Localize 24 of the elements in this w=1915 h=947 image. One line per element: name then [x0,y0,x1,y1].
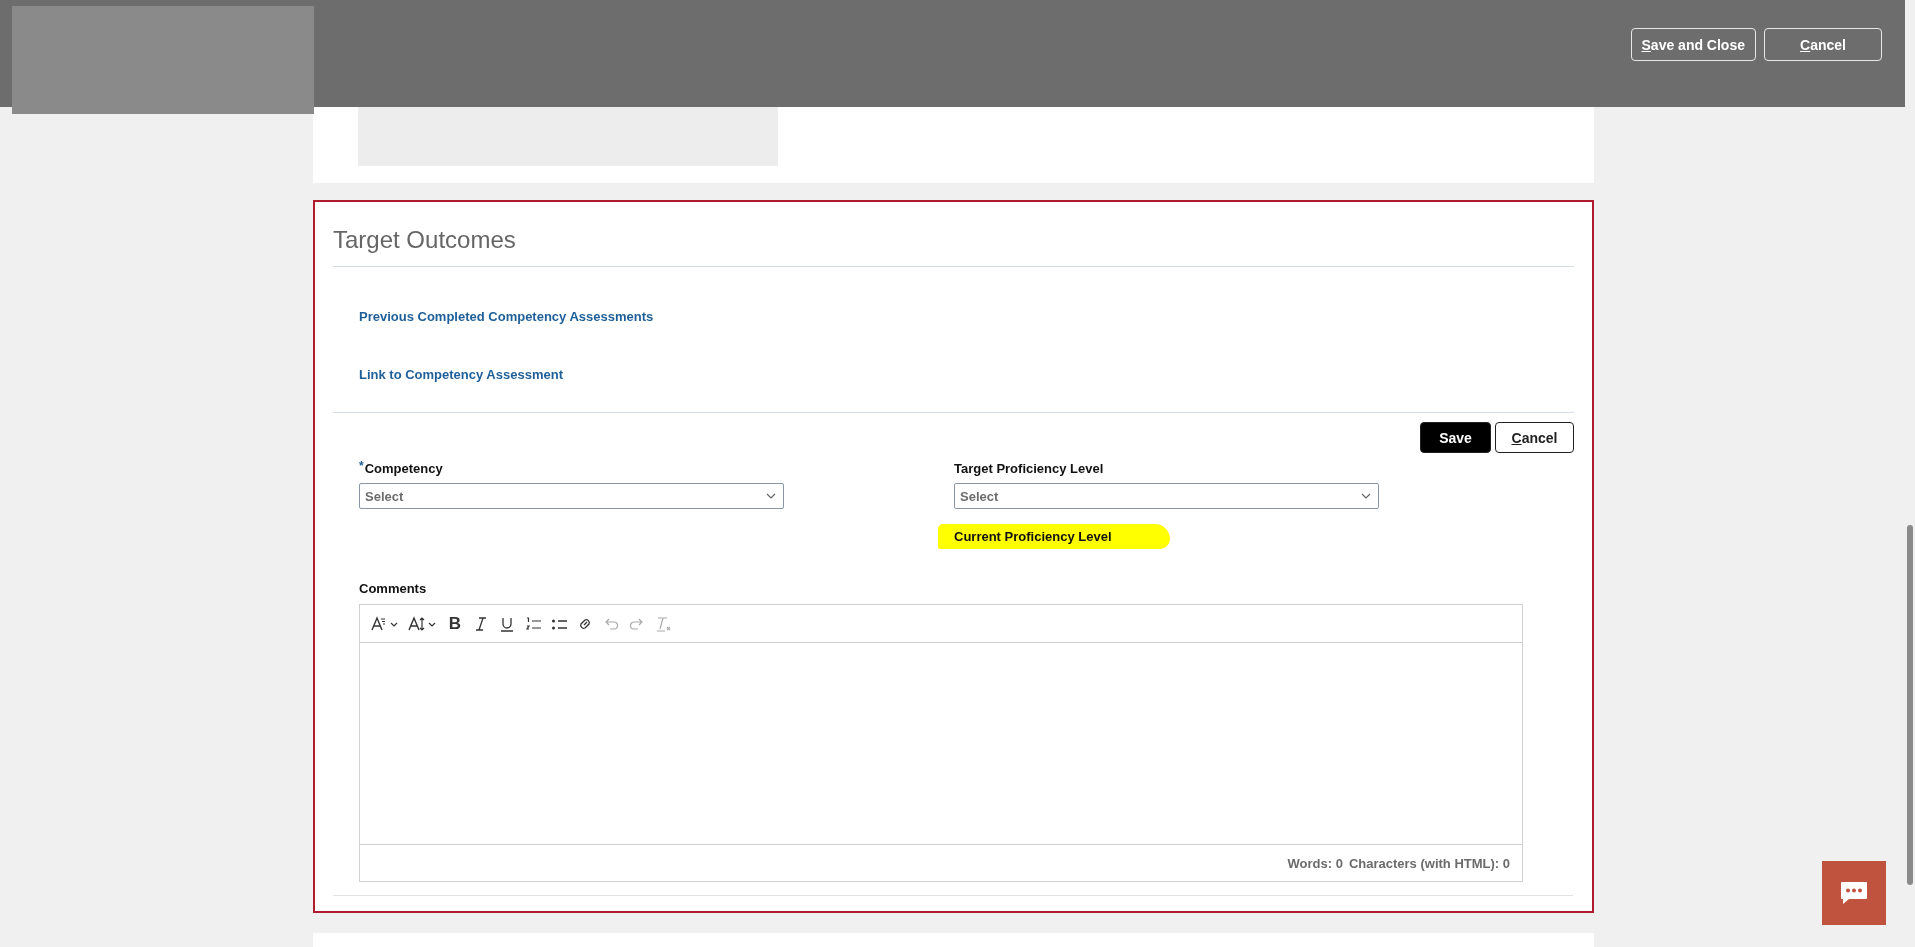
assessment-link[interactable]: Link to Competency Assessment [359,367,563,382]
save-button[interactable]: Save [1420,422,1491,453]
cancel-button[interactable]: Cancel [1495,422,1574,453]
bold-button[interactable]: B [446,613,464,634]
font-style-icon[interactable] [370,614,400,633]
save-and-close-button[interactable]: Save and Close [1630,28,1756,61]
field-label: Current Proficiency Level [938,524,1170,549]
field-label: Comments [359,581,428,596]
select-dropdown[interactable]: Select [954,483,1379,509]
chat-button[interactable] [1822,861,1886,925]
required-asterisk: * [359,461,364,475]
chat-bubble-icon [1839,880,1869,906]
chevron-down-icon [766,493,776,499]
field-label: Target Proficiency Level [954,461,1104,477]
section-title: Target Outcomes [333,202,1574,267]
assessment-link[interactable]: Previous Completed Competency Assessments [359,309,654,324]
numbered-list-icon[interactable] [524,614,542,633]
font-size-icon[interactable] [408,614,438,633]
select-dropdown[interactable]: Select [359,483,784,509]
word-count: Words: 0 [1287,855,1343,871]
field-label: Competency [364,461,443,477]
cancel-button[interactable]: Cancel [1764,28,1882,61]
character-count: Characters (with HTML): 0 [1348,855,1510,871]
chevron-down-icon [1361,493,1371,499]
